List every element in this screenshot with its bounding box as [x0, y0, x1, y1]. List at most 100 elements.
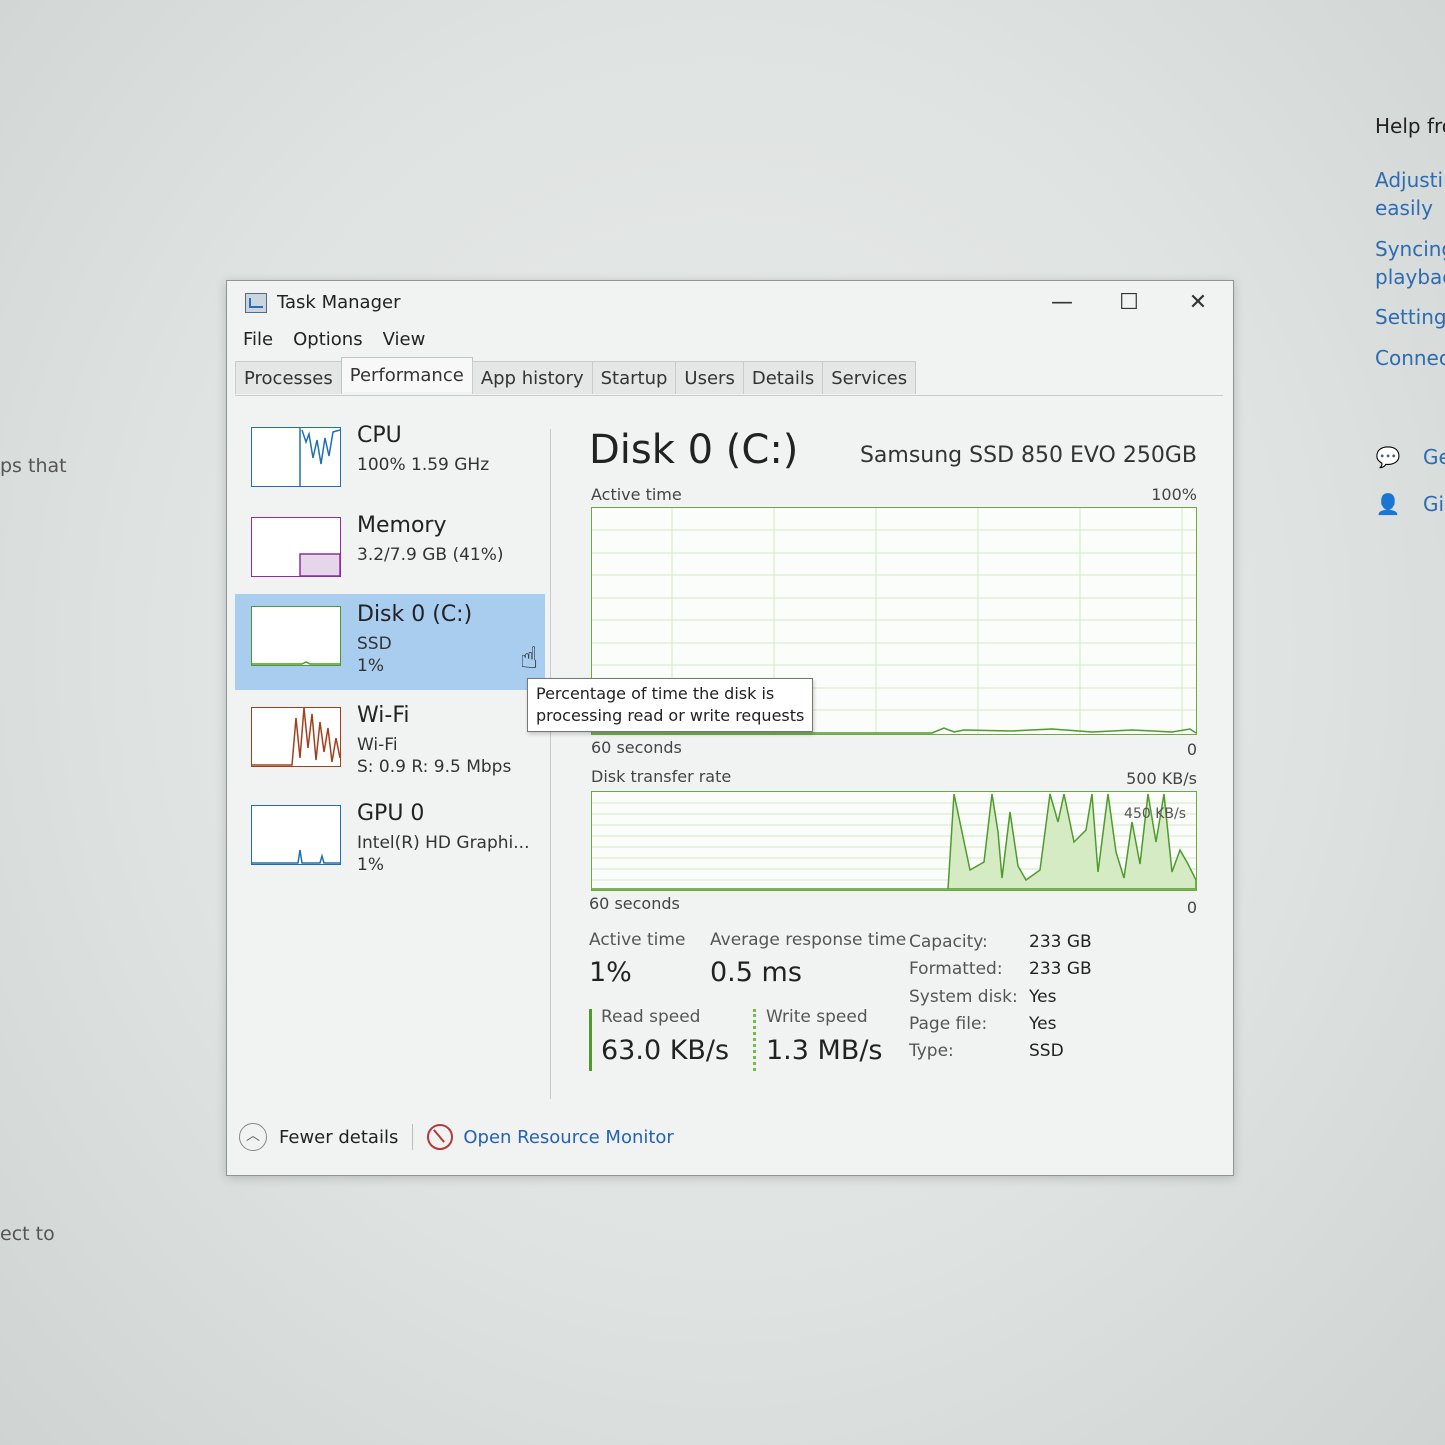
- sidebar-wifi-adapter: Wi-Fi: [357, 735, 398, 755]
- sidebar-memory-name: Memory: [357, 513, 447, 538]
- sidebar-wifi-name: Wi-Fi: [357, 703, 410, 728]
- menu-view[interactable]: View: [383, 329, 426, 350]
- system-disk-label: System disk:: [909, 987, 1018, 1007]
- tooltip-line: Percentage of time the disk is: [536, 684, 775, 703]
- performance-sidebar: CPU 100% 1.59 GHz Memory 3.2/7.9 GB (41%…: [235, 401, 547, 1061]
- capacity-value: 233 GB: [1029, 932, 1092, 952]
- disk-title: Disk 0 (C:): [589, 427, 799, 473]
- write-speed-indicator: [753, 1009, 756, 1071]
- background-text-fragment: ect to: [0, 1223, 55, 1245]
- footer-divider: [412, 1124, 414, 1150]
- wifi-thumbnail-graph: [251, 707, 341, 767]
- chat-help-icon: 💬: [1375, 445, 1401, 469]
- active-time-graph-duration: 60 seconds: [591, 738, 682, 757]
- transfer-rate-graph-duration: 60 seconds: [589, 894, 680, 913]
- active-time-graph-label: Active time: [591, 485, 682, 504]
- sidebar-item-memory[interactable]: Memory 3.2/7.9 GB (41%): [235, 505, 545, 601]
- resource-monitor-icon[interactable]: [427, 1124, 454, 1150]
- tab-app-history[interactable]: App history: [471, 361, 593, 394]
- pane-divider[interactable]: [550, 429, 551, 1099]
- help-link[interactable]: Connec: [1375, 344, 1445, 372]
- transfer-rate-graph-label: Disk transfer rate: [591, 767, 732, 786]
- help-panel: Help fro Adjustin easily Syncing playbac…: [1375, 0, 1445, 1445]
- help-link[interactable]: Setting: [1375, 303, 1445, 331]
- transfer-rate-graph-min: 0: [1186, 898, 1197, 917]
- active-time-tooltip: Percentage of time the disk is processin…: [527, 678, 814, 732]
- tab-startup[interactable]: Startup: [591, 361, 677, 394]
- page-file-value: Yes: [1029, 1014, 1057, 1034]
- minimize-button[interactable]: —: [1042, 287, 1082, 319]
- type-label: Type:: [909, 1041, 954, 1061]
- sidebar-memory-stats: 3.2/7.9 GB (41%): [357, 545, 504, 565]
- chevron-up-icon[interactable]: ︿: [239, 1123, 267, 1151]
- close-button[interactable]: ✕: [1178, 287, 1218, 319]
- hand-cursor-icon: ☝: [520, 641, 539, 676]
- cpu-thumbnail-graph: [251, 427, 341, 487]
- sidebar-disk-name: Disk 0 (C:): [357, 602, 473, 627]
- give-feedback-label: Gi: [1423, 492, 1445, 516]
- get-help-label: Ge: [1423, 445, 1445, 469]
- help-link[interactable]: playbac: [1375, 263, 1445, 291]
- write-speed-label: Write speed: [766, 1007, 868, 1027]
- menu-options[interactable]: Options: [293, 329, 362, 350]
- background-text-fragment: ps that: [0, 455, 67, 477]
- memory-thumbnail-graph: [251, 517, 341, 577]
- sidebar-item-gpu[interactable]: GPU 0 Intel(R) HD Graphi... 1%: [235, 793, 545, 889]
- avg-response-time-value: 0.5 ms: [710, 957, 802, 988]
- task-manager-window: Task Manager — ☐ ✕ File Options View Pro…: [226, 280, 1234, 1176]
- read-speed-value: 63.0 KB/s: [601, 1035, 730, 1066]
- fewer-details-link[interactable]: Fewer details: [279, 1127, 398, 1148]
- formatted-label: Formatted:: [909, 959, 1003, 979]
- active-time-stat-value: 1%: [589, 957, 632, 988]
- capacity-label: Capacity:: [909, 932, 988, 952]
- help-link[interactable]: easily: [1375, 194, 1433, 222]
- tab-processes[interactable]: Processes: [235, 361, 342, 394]
- help-title: Help fro: [1375, 114, 1445, 138]
- help-link[interactable]: Syncing: [1375, 235, 1445, 263]
- tab-services[interactable]: Services: [822, 361, 917, 394]
- active-time-stat-label: Active time: [589, 930, 686, 950]
- title-bar[interactable]: Task Manager — ☐ ✕: [227, 281, 1233, 325]
- read-speed-label: Read speed: [601, 1007, 701, 1027]
- open-resource-monitor-link[interactable]: Open Resource Monitor: [463, 1127, 674, 1148]
- disk-model: Samsung SSD 850 EVO 250GB: [859, 443, 1197, 468]
- transfer-rate-graph: 450 KB/s: [591, 791, 1197, 891]
- sidebar-gpu-usage: 1%: [357, 855, 384, 875]
- help-link[interactable]: Adjustin: [1375, 166, 1445, 194]
- active-time-graph-max: 100%: [1151, 485, 1197, 504]
- sidebar-disk-type: SSD: [357, 634, 392, 654]
- avg-response-time-label: Average response time: [710, 930, 907, 950]
- sidebar-item-cpu[interactable]: CPU 100% 1.59 GHz: [235, 415, 545, 511]
- sidebar-cpu-stats: 100% 1.59 GHz: [357, 455, 490, 475]
- tab-performance[interactable]: Performance: [340, 357, 473, 392]
- write-speed-value: 1.3 MB/s: [766, 1035, 883, 1066]
- menu-bar: File Options View: [243, 329, 425, 350]
- type-value: SSD: [1029, 1041, 1064, 1061]
- active-time-graph-min: 0: [1186, 740, 1197, 759]
- tab-bar: Processes Performance App history Startu…: [235, 357, 1223, 396]
- gpu-thumbnail-graph: [251, 805, 341, 865]
- task-manager-icon: [245, 293, 267, 313]
- tooltip-line: processing read or write requests: [536, 706, 805, 725]
- tab-details[interactable]: Details: [742, 361, 824, 394]
- menu-file[interactable]: File: [243, 329, 273, 350]
- feedback-person-icon: 👤: [1375, 492, 1401, 516]
- sidebar-gpu-model: Intel(R) HD Graphi...: [357, 833, 530, 853]
- sidebar-item-wifi[interactable]: Wi-Fi Wi-Fi S: 0.9 R: 9.5 Mbps: [235, 695, 545, 791]
- sidebar-gpu-name: GPU 0: [357, 801, 425, 826]
- read-speed-indicator: [589, 1009, 592, 1071]
- disk-thumbnail-graph: [251, 606, 341, 666]
- transfer-rate-graph-max: 500 KB/s: [1126, 769, 1197, 788]
- get-help-action[interactable]: 💬 Ge: [1375, 445, 1445, 469]
- give-feedback-action[interactable]: 👤 Gi: [1375, 492, 1445, 516]
- sidebar-item-disk[interactable]: Disk 0 (C:) SSD 1%: [235, 594, 545, 690]
- maximize-button[interactable]: ☐: [1109, 287, 1149, 319]
- sidebar-cpu-name: CPU: [357, 423, 402, 448]
- footer-bar: ︿ Fewer details Open Resource Monitor: [239, 1123, 674, 1151]
- tab-users[interactable]: Users: [675, 361, 744, 394]
- formatted-value: 233 GB: [1029, 959, 1092, 979]
- system-disk-value: Yes: [1029, 987, 1057, 1007]
- transfer-rate-mid-label: 450 KB/s: [1124, 806, 1186, 822]
- window-title: Task Manager: [277, 292, 401, 313]
- sidebar-wifi-throughput: S: 0.9 R: 9.5 Mbps: [357, 757, 512, 777]
